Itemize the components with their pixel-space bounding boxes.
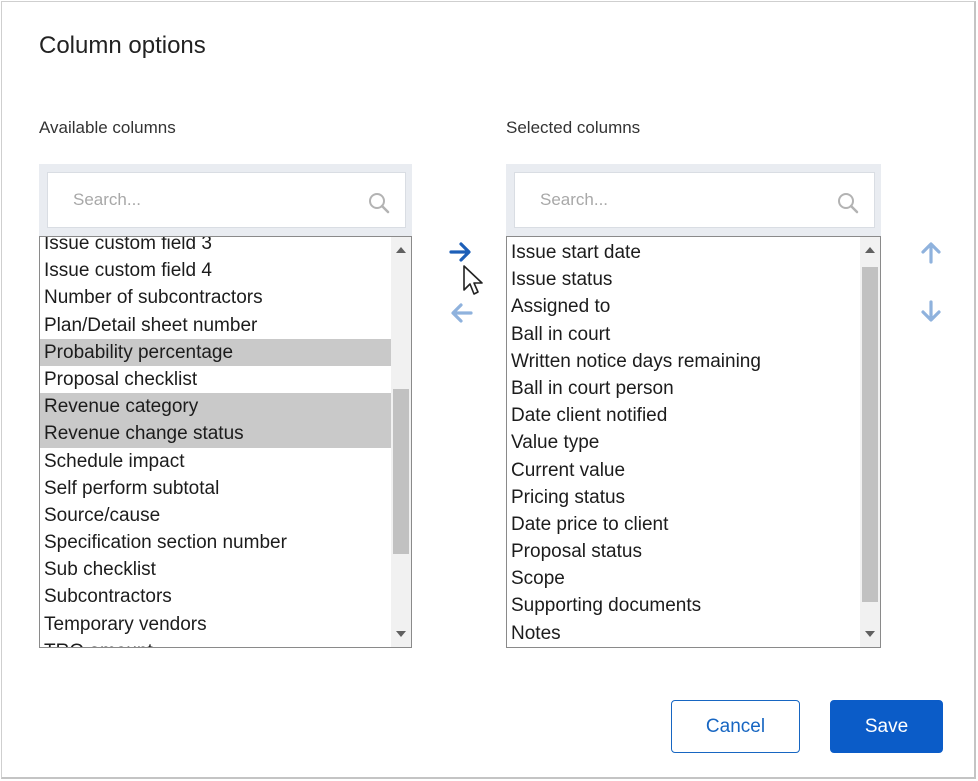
list-item[interactable]: Date price to client	[507, 511, 860, 538]
list-item[interactable]: Ball in court	[507, 321, 860, 348]
list-item[interactable]: Revenue category	[40, 393, 391, 421]
list-item[interactable]: Date client notified	[507, 402, 860, 429]
list-item[interactable]: Source/cause	[40, 502, 391, 529]
save-button[interactable]: Save	[830, 700, 943, 753]
list-item[interactable]: Supporting documents	[507, 592, 860, 619]
available-scroll-thumb[interactable]	[393, 389, 409, 554]
list-item[interactable]: Subcontractors	[40, 583, 391, 610]
list-item[interactable]: Notes	[507, 620, 860, 647]
available-items: Issue custom field 3 Issue custom field 4…	[40, 237, 391, 647]
list-item[interactable]: Self perform subtotal	[40, 475, 391, 502]
list-item[interactable]: Ball in court person	[507, 375, 860, 402]
list-item[interactable]: Scope	[507, 565, 860, 592]
scroll-up-arrow-icon[interactable]	[396, 247, 406, 253]
scroll-down-arrow-icon[interactable]	[865, 631, 875, 637]
selected-scrollbar[interactable]	[860, 237, 880, 647]
available-columns-list[interactable]: Issue custom field 3 Issue custom field 4…	[39, 236, 412, 648]
list-item[interactable]: Assigned to	[507, 293, 860, 320]
available-search-box	[47, 172, 406, 228]
list-item[interactable]: Issue custom field 4	[40, 257, 391, 284]
column-options-dialog: Column options Available columns Issue c…	[1, 1, 976, 779]
arrow-left-icon[interactable]	[447, 299, 475, 327]
selected-search-wrap	[506, 164, 881, 236]
list-item[interactable]: Issue start date	[507, 239, 860, 266]
mouse-cursor-icon	[463, 265, 483, 295]
dialog-title: Column options	[39, 32, 206, 59]
selected-scroll-thumb[interactable]	[862, 267, 878, 602]
list-item[interactable]: Proposal checklist	[40, 366, 391, 393]
list-item[interactable]: Pricing status	[507, 484, 860, 511]
list-item[interactable]: Temporary vendors	[40, 611, 391, 638]
available-scrollbar[interactable]	[391, 237, 411, 647]
list-item[interactable]: Probability percentage	[40, 338, 391, 366]
list-item[interactable]: Plan/Detail sheet number	[40, 312, 391, 339]
list-item[interactable]: Schedule impact	[40, 448, 391, 475]
available-search-wrap	[39, 164, 412, 236]
list-item[interactable]: Sub checklist	[40, 556, 391, 583]
selected-columns-label: Selected columns	[506, 118, 641, 137]
list-item[interactable]: Issue status	[507, 266, 860, 293]
list-item[interactable]: Value type	[507, 429, 860, 456]
list-item[interactable]: Current value	[507, 457, 860, 484]
list-item[interactable]: Written notice days remaining	[507, 348, 860, 375]
available-columns-label: Available columns	[39, 118, 176, 137]
selected-columns-list[interactable]: Issue start date Issue status Assigned to B…	[506, 236, 881, 648]
list-item[interactable]: Revenue change status	[40, 420, 391, 448]
arrow-right-icon[interactable]	[447, 238, 475, 266]
list-item[interactable]: Specification section number	[40, 529, 391, 556]
list-item[interactable]: Proposal status	[507, 538, 860, 565]
selected-search-input[interactable]	[538, 189, 802, 211]
search-icon[interactable]	[836, 191, 860, 215]
scroll-up-arrow-icon[interactable]	[865, 247, 875, 253]
list-item[interactable]: Number of subcontractors	[40, 284, 391, 311]
arrow-up-icon[interactable]	[917, 238, 945, 266]
scroll-down-arrow-icon[interactable]	[396, 631, 406, 637]
arrow-down-icon[interactable]	[917, 298, 945, 326]
selected-search-box	[514, 172, 875, 228]
cancel-button[interactable]: Cancel	[671, 700, 800, 753]
list-item[interactable]: TRO amount	[40, 638, 391, 647]
search-icon[interactable]	[367, 191, 391, 215]
list-item[interactable]: Issue custom field 3	[40, 237, 391, 257]
available-search-input[interactable]	[71, 189, 335, 211]
selected-items: Issue start date Issue status Assigned to B…	[507, 239, 860, 647]
